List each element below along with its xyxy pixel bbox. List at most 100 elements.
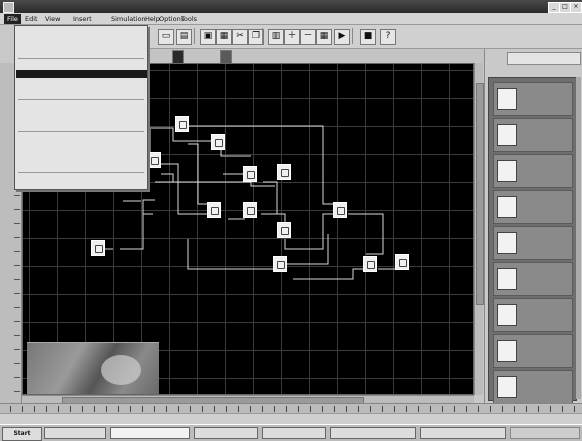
file-menu-item[interactable] — [16, 88, 147, 96]
toolbar-separator — [262, 28, 263, 44]
library-item[interactable] — [493, 334, 573, 368]
schematic-node[interactable] — [243, 166, 257, 182]
help-icon[interactable]: ? — [380, 29, 396, 45]
menu-edit[interactable]: Edit — [22, 14, 41, 24]
library-header[interactable] — [507, 52, 581, 65]
taskbar-task[interactable] — [262, 427, 326, 439]
stop-icon[interactable]: ■ — [360, 29, 376, 45]
save-icon[interactable]: ▣ — [200, 29, 216, 45]
paste-icon[interactable]: ▥ — [268, 29, 284, 45]
scrollbar-thumb[interactable] — [476, 83, 484, 305]
menu-separator — [18, 172, 144, 173]
toolbar: ▭ ▤ ▣ ▦ ✂ ❐ ▥ ＋－ ▦ ▶ ■? — [148, 25, 582, 49]
library-item[interactable] — [493, 190, 573, 224]
wire — [293, 268, 364, 280]
print-icon[interactable]: ▦ — [216, 29, 232, 45]
node-glyph-icon — [247, 171, 255, 179]
title-bar: _ □ × — [0, 0, 582, 13]
file-menu-item[interactable] — [16, 134, 147, 142]
schematic-node[interactable] — [175, 116, 189, 132]
schematic-node[interactable] — [273, 256, 287, 272]
ruler-tick — [82, 406, 83, 412]
ruler-tick — [274, 406, 275, 412]
ruler-tick — [382, 406, 383, 412]
ruler-tick — [14, 237, 20, 238]
library-item[interactable] — [493, 118, 573, 152]
library-item[interactable] — [493, 226, 573, 260]
file-menu-item[interactable] — [16, 175, 147, 183]
schematic-node[interactable] — [211, 134, 225, 150]
start-button[interactable]: Start — [2, 427, 42, 441]
component-thumbnail-icon — [497, 196, 517, 218]
schematic-node[interactable] — [395, 254, 409, 270]
taskbar-task[interactable] — [110, 427, 190, 439]
file-menu-item[interactable] — [16, 47, 147, 55]
component-thumbnail-icon — [497, 88, 517, 110]
schematic-node[interactable] — [147, 152, 161, 168]
schematic-node[interactable] — [277, 222, 291, 238]
menu-insert[interactable]: Insert — [70, 14, 95, 24]
tab-1[interactable] — [172, 50, 184, 64]
ruler-tick — [14, 251, 20, 252]
canvas-vertical-scrollbar[interactable] — [474, 63, 484, 395]
menu-tools[interactable]: Tools — [178, 14, 200, 24]
taskbar-task[interactable] — [44, 427, 106, 439]
menu-file[interactable]: File — [4, 14, 21, 24]
file-menu-item[interactable] — [16, 161, 147, 169]
ruler-tick — [14, 265, 20, 266]
run-icon[interactable]: ▶ — [334, 29, 350, 45]
file-menu-item[interactable] — [16, 70, 147, 78]
schematic-node[interactable] — [243, 202, 257, 218]
ruler-tick — [14, 223, 20, 224]
library-item[interactable] — [493, 82, 573, 116]
menu-bar: File Edit View Insert Simulation Help Options T… — [0, 13, 582, 25]
ruler-tick — [14, 391, 20, 392]
file-menu-item[interactable] — [16, 61, 147, 69]
file-menu-item[interactable] — [16, 152, 147, 160]
node-glyph-icon — [281, 227, 289, 235]
zoom-in-icon[interactable]: ＋ — [284, 29, 300, 45]
schematic-node[interactable] — [91, 240, 105, 256]
file-menu-item[interactable] — [16, 29, 147, 37]
node-glyph-icon — [211, 207, 219, 215]
wire — [155, 181, 275, 187]
ruler-tick — [166, 406, 167, 412]
schematic-node[interactable] — [207, 202, 221, 218]
file-menu-item[interactable] — [16, 79, 147, 87]
schematic-node[interactable] — [333, 202, 347, 218]
video-preview-thumbnail — [27, 342, 159, 394]
library-item[interactable] — [493, 262, 573, 296]
menu-separator — [18, 99, 144, 100]
library-item[interactable] — [493, 370, 573, 404]
node-glyph-icon — [95, 245, 103, 253]
library-item[interactable] — [493, 298, 573, 332]
taskbar-task[interactable] — [194, 427, 258, 439]
ruler-tick — [154, 406, 155, 412]
file-menu-item[interactable] — [16, 143, 147, 151]
tab-2[interactable] — [220, 50, 232, 64]
wire — [263, 181, 285, 215]
file-menu-item[interactable] — [16, 111, 147, 119]
taskbar-task[interactable] — [420, 427, 506, 439]
file-menu-item[interactable] — [16, 102, 147, 110]
new-icon[interactable]: ▭ — [158, 29, 174, 45]
close-button[interactable]: × — [570, 2, 582, 13]
node-glyph-icon — [179, 121, 187, 129]
library-item[interactable] — [493, 154, 573, 188]
menu-view[interactable]: View — [42, 14, 63, 24]
schematic-node[interactable] — [277, 164, 291, 180]
library-scrollbar[interactable] — [576, 77, 581, 399]
component-thumbnail-icon — [497, 376, 517, 398]
ruler-tick — [214, 406, 215, 412]
zoom-out-icon[interactable]: － — [300, 29, 316, 45]
cut-icon[interactable]: ✂ — [232, 29, 248, 45]
schematic-node[interactable] — [363, 256, 377, 272]
file-menu-item[interactable] — [16, 120, 147, 128]
open-icon[interactable]: ▤ — [176, 29, 192, 45]
ruler-tick — [334, 406, 335, 412]
ruler-tick — [394, 406, 395, 412]
taskbar-task[interactable] — [330, 427, 416, 439]
canvas-horizontal-scrollbar[interactable] — [22, 395, 474, 404]
grid-icon[interactable]: ▦ — [316, 29, 332, 45]
file-menu-item[interactable] — [16, 38, 147, 46]
